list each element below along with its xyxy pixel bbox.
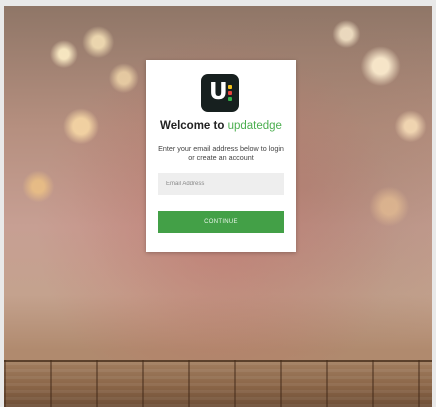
welcome-title-prefix: Welcome to [160, 120, 228, 132]
login-card: U Welcome to updatedge Enter your email … [146, 60, 296, 252]
continue-button[interactable]: CONTINUE [158, 211, 284, 233]
logo-letter: U [209, 79, 228, 105]
updatedge-logo-icon: U [201, 74, 239, 112]
welcome-title: Welcome to updatedge [146, 120, 296, 132]
wooden-table-surface [4, 360, 432, 407]
background-photo: U Welcome to updatedge Enter your email … [4, 6, 432, 407]
logo-green-dot [228, 97, 232, 101]
logo-yellow-dot [228, 85, 232, 89]
email-field[interactable] [158, 173, 284, 195]
login-instructions: Enter your email address below to login … [158, 144, 284, 162]
logo-red-dot [228, 91, 232, 95]
welcome-title-brand: updatedge [227, 120, 282, 132]
